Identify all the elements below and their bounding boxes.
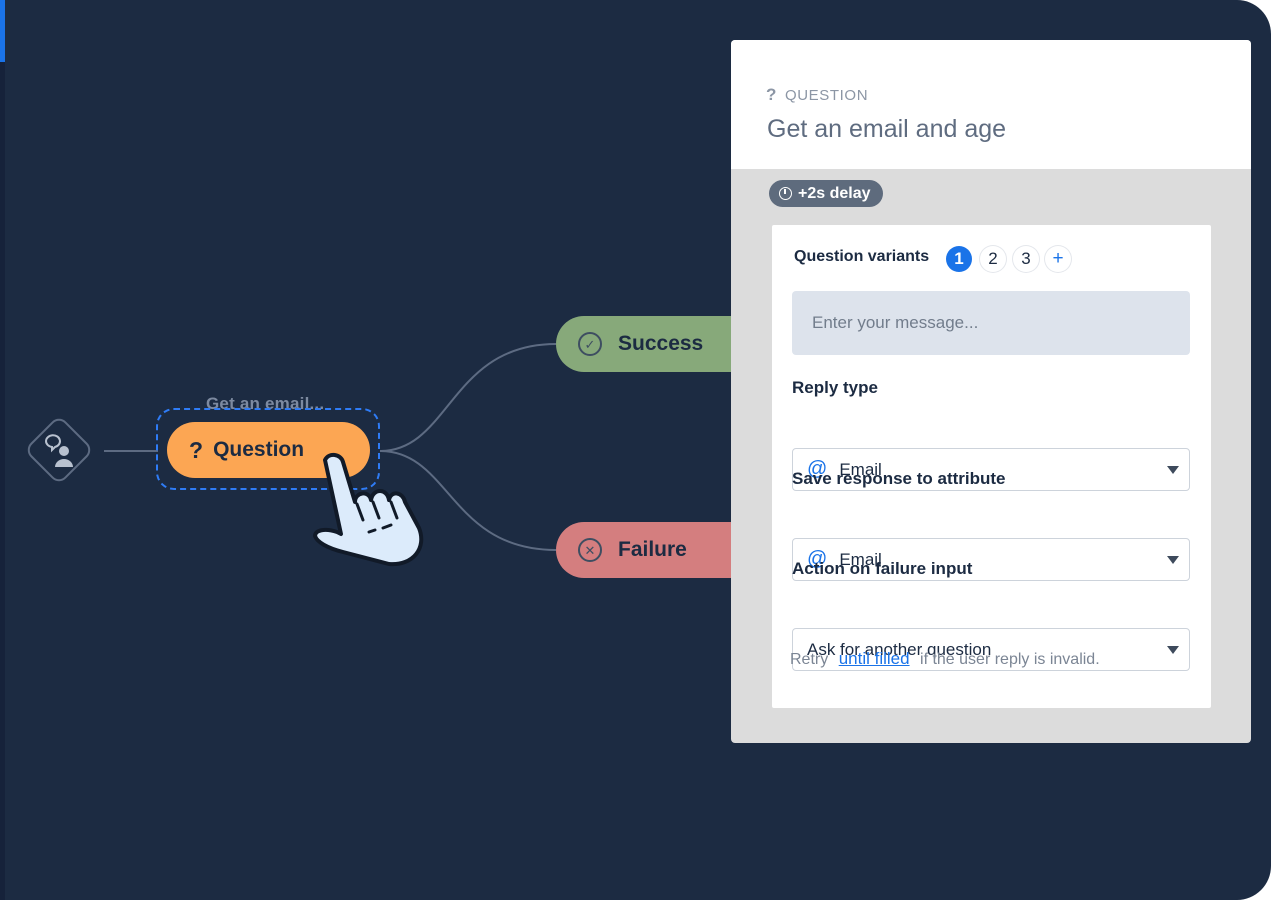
retry-link[interactable]: until filled <box>839 649 910 668</box>
success-connector <box>379 343 557 452</box>
panel-title[interactable]: Get an email and age <box>767 115 1006 144</box>
question-mark-icon: ? <box>189 436 204 463</box>
failure-action-label: Action on failure input <box>792 559 973 578</box>
retry-note: Retry until filled if the user reply is … <box>790 649 1100 669</box>
clock-icon <box>779 187 792 200</box>
delay-badge[interactable]: +2s delay <box>769 180 883 207</box>
reply-type-label: Reply type <box>792 378 878 397</box>
chevron-down-icon <box>1167 646 1179 654</box>
failure-node-label: Failure <box>618 538 687 561</box>
variant-tab-2[interactable]: 2 <box>980 246 1006 272</box>
question-node-label: Question <box>213 438 305 461</box>
panel-type: ? QUESTION <box>766 85 868 105</box>
chat-user-icon <box>44 434 73 467</box>
retry-prefix: Retry <box>790 651 829 668</box>
variant-tab-1[interactable]: 1 <box>946 246 972 272</box>
pointing-hand-cursor-icon <box>313 453 424 567</box>
delay-label: +2s delay <box>798 184 871 202</box>
retry-suffix: if the user reply is invalid. <box>920 651 1100 668</box>
panel-header: ? QUESTION Get an email and age <box>731 40 1251 169</box>
success-node[interactable]: ✓ Success <box>556 316 756 372</box>
chevron-down-icon <box>1167 556 1179 564</box>
chevron-down-icon <box>1167 466 1179 474</box>
failure-node[interactable]: ✕ Failure <box>556 522 756 578</box>
question-settings-panel: ? QUESTION Get an email and age +2s dela… <box>731 40 1251 743</box>
success-node-label: Success <box>618 332 704 355</box>
save-response-label: Save response to attribute <box>792 469 1006 488</box>
panel-type-label: QUESTION <box>784 86 869 104</box>
question-type-icon: ? <box>766 85 777 104</box>
message-input[interactable]: Enter your message... <box>792 291 1190 355</box>
x-circle-icon: ✕ <box>578 538 602 562</box>
variant-tab-3[interactable]: 3 <box>1013 246 1039 272</box>
check-circle-icon: ✓ <box>578 332 602 356</box>
add-variant-button[interactable]: + <box>1045 246 1071 272</box>
question-card: Question variants 1 2 3 + Enter your mes… <box>772 225 1211 708</box>
variants-label: Question variants <box>794 248 930 265</box>
